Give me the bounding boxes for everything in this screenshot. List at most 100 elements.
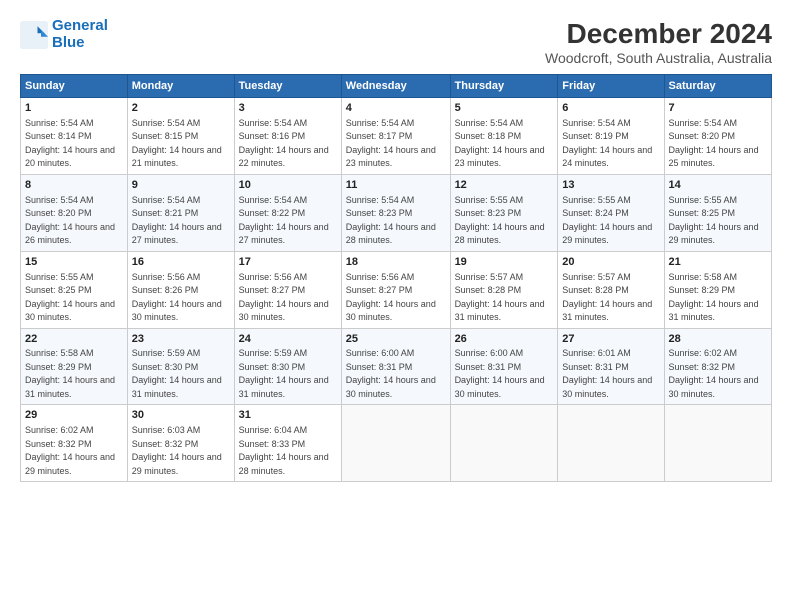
main-title: December 2024 bbox=[545, 18, 772, 50]
calendar-cell bbox=[664, 405, 771, 482]
day-number: 16 bbox=[132, 255, 230, 270]
day-info: Sunrise: 5:54 AMSunset: 8:19 PMDaylight:… bbox=[562, 118, 652, 169]
day-number: 30 bbox=[132, 408, 230, 423]
day-info: Sunrise: 6:00 AMSunset: 8:31 PMDaylight:… bbox=[346, 348, 436, 399]
day-number: 7 bbox=[669, 101, 767, 116]
day-info: Sunrise: 6:01 AMSunset: 8:31 PMDaylight:… bbox=[562, 348, 652, 399]
calendar-cell: 8 Sunrise: 5:54 AMSunset: 8:20 PMDaylight… bbox=[21, 174, 128, 251]
day-number: 9 bbox=[132, 178, 230, 193]
calendar-cell: 12Sunrise: 5:55 AMSunset: 8:23 PMDayligh… bbox=[450, 174, 558, 251]
calendar-cell: 5Sunrise: 5:54 AMSunset: 8:18 PMDaylight… bbox=[450, 98, 558, 175]
day-info: Sunrise: 5:58 AMSunset: 8:29 PMDaylight:… bbox=[25, 348, 115, 399]
day-info: Sunrise: 6:04 AMSunset: 8:33 PMDaylight:… bbox=[239, 425, 329, 476]
calendar-header-sunday: Sunday bbox=[21, 75, 128, 98]
day-info: Sunrise: 5:54 AMSunset: 8:23 PMDaylight:… bbox=[346, 195, 436, 246]
day-number: 6 bbox=[562, 101, 659, 116]
day-info: Sunrise: 5:57 AMSunset: 8:28 PMDaylight:… bbox=[455, 272, 545, 323]
day-number: 13 bbox=[562, 178, 659, 193]
calendar-header-row: SundayMondayTuesdayWednesdayThursdayFrid… bbox=[21, 75, 772, 98]
logo: General Blue bbox=[20, 18, 108, 51]
calendar-cell: 29 Sunrise: 6:02 AMSunset: 8:32 PMDayligh… bbox=[21, 405, 128, 482]
logo-line2: Blue bbox=[52, 34, 85, 51]
day-number: 2 bbox=[132, 101, 230, 116]
calendar-week-4: 29 Sunrise: 6:02 AMSunset: 8:32 PMDayligh… bbox=[21, 405, 772, 482]
subtitle: Woodcroft, South Australia, Australia bbox=[545, 50, 772, 66]
calendar-cell: 11Sunrise: 5:54 AMSunset: 8:23 PMDayligh… bbox=[341, 174, 450, 251]
calendar-header-friday: Friday bbox=[558, 75, 664, 98]
day-number: 17 bbox=[239, 255, 337, 270]
day-info: Sunrise: 5:57 AMSunset: 8:28 PMDaylight:… bbox=[562, 272, 652, 323]
day-info: Sunrise: 5:55 AMSunset: 8:25 PMDaylight:… bbox=[25, 272, 115, 323]
day-info: Sunrise: 5:54 AMSunset: 8:21 PMDaylight:… bbox=[132, 195, 222, 246]
day-info: Sunrise: 6:03 AMSunset: 8:32 PMDaylight:… bbox=[132, 425, 222, 476]
calendar-cell: 31 Sunrise: 6:04 AMSunset: 8:33 PMDayligh… bbox=[234, 405, 341, 482]
logo-text: General Blue bbox=[52, 18, 108, 51]
page: General Blue December 2024 Woodcroft, So… bbox=[0, 0, 792, 612]
calendar-header-monday: Monday bbox=[127, 75, 234, 98]
calendar-cell: 20 Sunrise: 5:57 AMSunset: 8:28 PMDayligh… bbox=[558, 251, 664, 328]
day-info: Sunrise: 5:58 AMSunset: 8:29 PMDaylight:… bbox=[669, 272, 759, 323]
calendar-week-1: 8 Sunrise: 5:54 AMSunset: 8:20 PMDaylight… bbox=[21, 174, 772, 251]
calendar-week-2: 15 Sunrise: 5:55 AMSunset: 8:25 PMDayligh… bbox=[21, 251, 772, 328]
calendar-cell: 4 Sunrise: 5:54 AMSunset: 8:17 PMDaylight… bbox=[341, 98, 450, 175]
calendar-cell: 30 Sunrise: 6:03 AMSunset: 8:32 PMDayligh… bbox=[127, 405, 234, 482]
calendar-cell: 3Sunrise: 5:54 AMSunset: 8:16 PMDaylight… bbox=[234, 98, 341, 175]
calendar-cell: 14 Sunrise: 5:55 AMSunset: 8:25 PMDayligh… bbox=[664, 174, 771, 251]
day-info: Sunrise: 5:54 AMSunset: 8:15 PMDaylight:… bbox=[132, 118, 222, 169]
calendar-cell: 25Sunrise: 6:00 AMSunset: 8:31 PMDayligh… bbox=[341, 328, 450, 405]
title-area: December 2024 Woodcroft, South Australia… bbox=[545, 18, 772, 66]
day-info: Sunrise: 5:56 AMSunset: 8:27 PMDaylight:… bbox=[239, 272, 329, 323]
calendar-week-3: 22Sunrise: 5:58 AMSunset: 8:29 PMDayligh… bbox=[21, 328, 772, 405]
calendar-cell: 26Sunrise: 6:00 AMSunset: 8:31 PMDayligh… bbox=[450, 328, 558, 405]
calendar-cell: 18Sunrise: 5:56 AMSunset: 8:27 PMDayligh… bbox=[341, 251, 450, 328]
day-info: Sunrise: 6:00 AMSunset: 8:31 PMDaylight:… bbox=[455, 348, 545, 399]
calendar-header-wednesday: Wednesday bbox=[341, 75, 450, 98]
day-number: 21 bbox=[669, 255, 767, 270]
day-number: 19 bbox=[455, 255, 554, 270]
day-number: 4 bbox=[346, 101, 446, 116]
calendar-header-thursday: Thursday bbox=[450, 75, 558, 98]
day-info: Sunrise: 5:54 AMSunset: 8:16 PMDaylight:… bbox=[239, 118, 329, 169]
calendar-cell: 22Sunrise: 5:58 AMSunset: 8:29 PMDayligh… bbox=[21, 328, 128, 405]
day-info: Sunrise: 5:56 AMSunset: 8:26 PMDaylight:… bbox=[132, 272, 222, 323]
calendar-cell: 19 Sunrise: 5:57 AMSunset: 8:28 PMDayligh… bbox=[450, 251, 558, 328]
logo-line1: General bbox=[52, 17, 108, 34]
day-number: 24 bbox=[239, 332, 337, 347]
calendar-cell: 23Sunrise: 5:59 AMSunset: 8:30 PMDayligh… bbox=[127, 328, 234, 405]
day-info: Sunrise: 6:02 AMSunset: 8:32 PMDaylight:… bbox=[25, 425, 115, 476]
day-number: 8 bbox=[25, 178, 123, 193]
day-number: 20 bbox=[562, 255, 659, 270]
calendar-cell: 17 Sunrise: 5:56 AMSunset: 8:27 PMDayligh… bbox=[234, 251, 341, 328]
day-info: Sunrise: 5:59 AMSunset: 8:30 PMDaylight:… bbox=[239, 348, 329, 399]
day-info: Sunrise: 5:54 AMSunset: 8:20 PMDaylight:… bbox=[25, 195, 115, 246]
day-number: 14 bbox=[669, 178, 767, 193]
calendar-cell: 27Sunrise: 6:01 AMSunset: 8:31 PMDayligh… bbox=[558, 328, 664, 405]
day-number: 28 bbox=[669, 332, 767, 347]
day-info: Sunrise: 5:59 AMSunset: 8:30 PMDaylight:… bbox=[132, 348, 222, 399]
day-info: Sunrise: 5:54 AMSunset: 8:14 PMDaylight:… bbox=[25, 118, 115, 169]
calendar-header-saturday: Saturday bbox=[664, 75, 771, 98]
day-info: Sunrise: 5:54 AMSunset: 8:17 PMDaylight:… bbox=[346, 118, 436, 169]
day-number: 1 bbox=[25, 101, 123, 116]
day-info: Sunrise: 5:55 AMSunset: 8:25 PMDaylight:… bbox=[669, 195, 759, 246]
calendar: SundayMondayTuesdayWednesdayThursdayFrid… bbox=[20, 74, 772, 482]
day-number: 26 bbox=[455, 332, 554, 347]
calendar-cell bbox=[558, 405, 664, 482]
day-number: 27 bbox=[562, 332, 659, 347]
calendar-cell: 24Sunrise: 5:59 AMSunset: 8:30 PMDayligh… bbox=[234, 328, 341, 405]
day-number: 29 bbox=[25, 408, 123, 423]
calendar-cell: 2 Sunrise: 5:54 AMSunset: 8:15 PMDaylight… bbox=[127, 98, 234, 175]
calendar-header-tuesday: Tuesday bbox=[234, 75, 341, 98]
day-number: 5 bbox=[455, 101, 554, 116]
day-number: 23 bbox=[132, 332, 230, 347]
day-info: Sunrise: 5:54 AMSunset: 8:22 PMDaylight:… bbox=[239, 195, 329, 246]
day-number: 18 bbox=[346, 255, 446, 270]
day-number: 15 bbox=[25, 255, 123, 270]
day-info: Sunrise: 5:54 AMSunset: 8:20 PMDaylight:… bbox=[669, 118, 759, 169]
day-number: 25 bbox=[346, 332, 446, 347]
calendar-cell: 7 Sunrise: 5:54 AMSunset: 8:20 PMDaylight… bbox=[664, 98, 771, 175]
day-number: 31 bbox=[239, 408, 337, 423]
calendar-cell: 9 Sunrise: 5:54 AMSunset: 8:21 PMDaylight… bbox=[127, 174, 234, 251]
calendar-cell: 16 Sunrise: 5:56 AMSunset: 8:26 PMDayligh… bbox=[127, 251, 234, 328]
day-info: Sunrise: 6:02 AMSunset: 8:32 PMDaylight:… bbox=[669, 348, 759, 399]
